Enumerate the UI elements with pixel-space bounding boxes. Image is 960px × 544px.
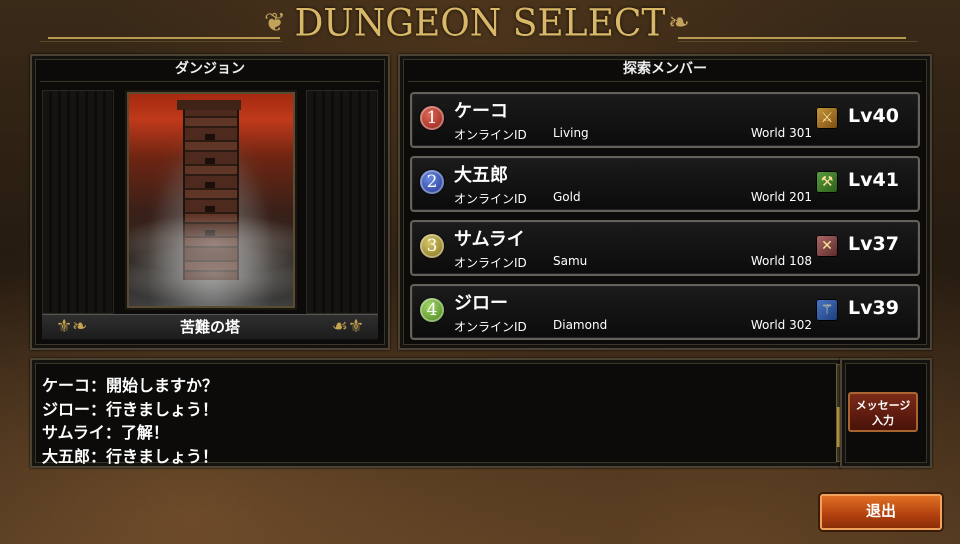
member-world: World 301: [750, 126, 812, 140]
title-ornament-left-icon: ❦: [264, 8, 286, 38]
member-card[interactable]: 4 ジロー オンラインID Diamond World 302 ⚚ Lv39: [410, 284, 920, 340]
title-bar: ❦ ❧ DUNGEON SELECT: [0, 0, 960, 46]
member-world: World 302: [750, 318, 812, 332]
member-number-badge: 3: [420, 234, 444, 258]
online-id-label: オンラインID: [454, 320, 527, 334]
dungeon-panel: ダンジョン ⚜❧ 苦難の塔 ☙⚜: [30, 54, 390, 350]
chat-log[interactable]: ケーコ：開始しますか？ ジロー：行きましょう！ サムライ：了解！ 大五郎：行きま…: [30, 358, 844, 468]
fleur-ornament-right-icon: ☙⚜: [331, 316, 364, 337]
members-panel: 探索メンバー 1 ケーコ オンラインID Living World 301 ⚔ …: [398, 54, 932, 350]
member-number-badge: 2: [420, 170, 444, 194]
member-online-id: Gold: [553, 190, 581, 204]
chat-message: 大五郎：行きましょう！: [42, 447, 219, 466]
online-id-label: オンラインID: [454, 192, 527, 206]
exit-button[interactable]: 退出: [820, 494, 942, 530]
member-level: Lv39: [848, 297, 899, 319]
online-id-label: オンラインID: [454, 128, 527, 142]
dungeon-image[interactable]: [127, 92, 295, 308]
message-input-area: メッセージ 入力: [840, 358, 932, 468]
member-level: Lv37: [848, 233, 899, 255]
member-level: Lv41: [848, 169, 899, 191]
member-name: 大五郎: [454, 165, 508, 186]
member-number-badge: 1: [420, 106, 444, 130]
dungeon-panel-header: ダンジョン: [32, 56, 388, 82]
title-ornament-right-icon: ❧: [668, 8, 690, 38]
title-divider-right-shadow: [678, 41, 918, 42]
chat-message: ケーコ：開始しますか？: [42, 376, 219, 395]
member-online-id: Diamond: [553, 318, 608, 332]
staff-icon: ⚚: [816, 299, 838, 321]
title-divider-right: [678, 37, 906, 39]
page-title: DUNGEON SELECT: [294, 1, 666, 46]
chat-message: サムライ：了解！: [42, 423, 169, 442]
axe-icon: ⚒: [816, 171, 838, 193]
dungeon-side-decor-right: [306, 90, 378, 314]
member-name: ケーコ: [454, 101, 508, 122]
member-card[interactable]: 3 サムライ オンラインID Samu World 108 ✕ Lv37: [410, 220, 920, 276]
online-id-label: オンラインID: [454, 256, 527, 270]
sword-icon: ⚔: [816, 107, 838, 129]
member-world: World 201: [750, 190, 812, 204]
member-number-badge: 4: [420, 298, 444, 322]
chat-message: ジロー：行きましょう！: [42, 400, 219, 419]
message-input-button[interactable]: メッセージ 入力: [848, 392, 918, 432]
member-card[interactable]: 1 ケーコ オンラインID Living World 301 ⚔ Lv40: [410, 92, 920, 148]
member-online-id: Samu: [553, 254, 588, 268]
member-online-id: Living: [553, 126, 589, 140]
title-divider-left-shadow: [40, 41, 282, 42]
message-button-label-line1: メッセージ: [855, 399, 911, 412]
member-name: サムライ: [454, 229, 525, 250]
member-card[interactable]: 2 大五郎 オンラインID Gold World 201 ⚒ Lv41: [410, 156, 920, 212]
title-divider-left: [48, 37, 280, 39]
dungeon-name-bar: ⚜❧ 苦難の塔 ☙⚜: [42, 314, 378, 340]
crossed-swords-icon: ✕: [816, 235, 838, 257]
fleur-ornament-left-icon: ⚜❧: [56, 316, 88, 337]
dungeon-name: 苦難の塔: [179, 318, 240, 336]
members-panel-header: 探索メンバー: [400, 56, 930, 82]
dungeon-side-decor-left: [42, 90, 114, 314]
member-name: ジロー: [454, 293, 508, 314]
member-level: Lv40: [848, 105, 899, 127]
member-world: World 108: [750, 254, 812, 268]
message-button-label-line2: 入力: [872, 414, 894, 427]
